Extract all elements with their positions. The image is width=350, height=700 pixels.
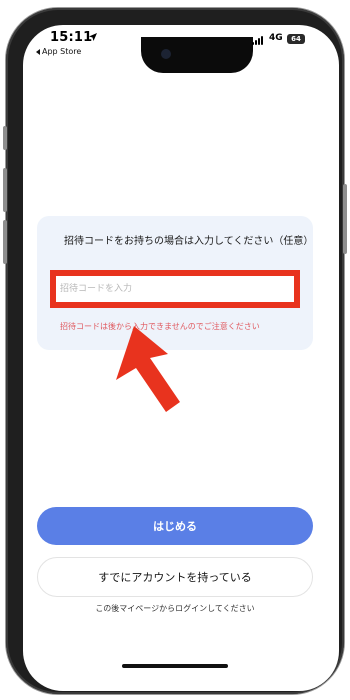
camera-icon — [161, 49, 171, 59]
mute-switch — [3, 126, 7, 150]
network-type: 4G — [269, 33, 283, 43]
power-button — [343, 184, 347, 254]
back-to-app-store[interactable]: App Store — [36, 47, 81, 56]
back-app-label: App Store — [42, 47, 82, 56]
annotation-arrow-icon — [116, 326, 180, 412]
status-time: 15:11 — [50, 30, 93, 45]
back-arrow-icon — [36, 48, 40, 55]
volume-down-button — [3, 220, 7, 264]
home-indicator[interactable] — [122, 664, 228, 668]
signal-icon — [252, 36, 263, 45]
location-arrow-icon — [89, 33, 97, 41]
invite-code-input[interactable] — [50, 270, 300, 308]
battery-icon: 64 — [287, 34, 305, 44]
have-account-button[interactable]: すでにアカウントを持っている — [37, 557, 313, 597]
start-button[interactable]: はじめる — [37, 507, 313, 545]
notch — [141, 37, 253, 73]
volume-up-button — [3, 168, 7, 212]
invite-code-title: 招待コードをお持ちの場合は入力してください（任意） — [64, 236, 314, 247]
login-hint: この後マイページからログインしてください — [95, 604, 255, 613]
